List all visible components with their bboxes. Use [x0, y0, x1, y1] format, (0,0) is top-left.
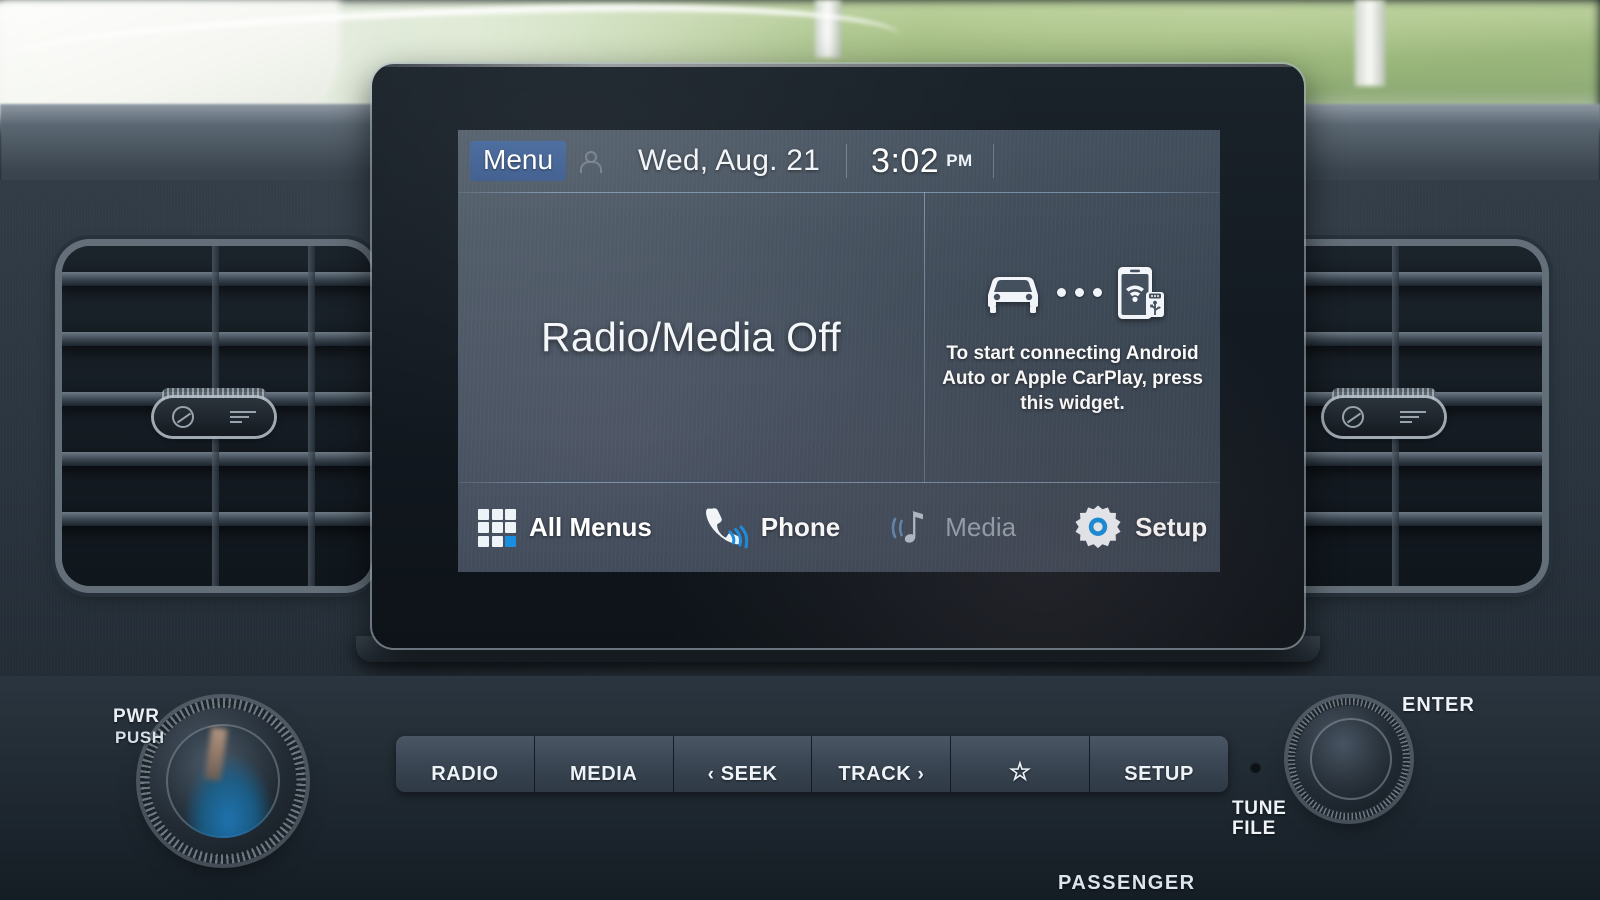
vent-control-right[interactable]: [1324, 398, 1444, 436]
time-ampm: PM: [946, 151, 973, 170]
tune-label: TUNE: [1232, 798, 1287, 819]
tune-knob-face: [1310, 718, 1392, 800]
track-button[interactable]: TRACK ›: [812, 736, 952, 792]
power-knob-label-1: PWR: [113, 706, 160, 727]
dock-item-all-menus[interactable]: All Menus: [458, 483, 652, 572]
gear-icon: [1074, 504, 1122, 552]
grid-icon: [478, 508, 516, 547]
dock-label-media: Media: [945, 512, 1017, 542]
pole-outside-right: [1355, 0, 1385, 86]
music-note-icon: [884, 506, 932, 550]
person-icon: [578, 150, 603, 173]
reset-pinhole: [1250, 762, 1261, 773]
track-next-chevron-icon: ›: [917, 764, 925, 785]
status-bar: Menu Wed, Aug. 21 3:02 PM: [458, 130, 1220, 192]
radio-media-widget[interactable]: Radio/Media Off: [458, 192, 924, 483]
file-label: FILE: [1232, 818, 1276, 839]
phone-icon: [704, 506, 749, 550]
dock-label-all-menus: All Menus: [529, 512, 652, 542]
passenger-label: PASSENGER: [1058, 872, 1196, 894]
phone-wifi-usb-icon: [1113, 265, 1165, 321]
power-knob-face: [166, 724, 280, 838]
star-icon: ☆: [1008, 758, 1032, 786]
track-button-label: TRACK: [838, 763, 912, 785]
status-separator: [846, 144, 848, 178]
menu-button[interactable]: Menu: [470, 140, 567, 182]
setup-hardware-button[interactable]: SETUP: [1090, 736, 1228, 792]
dock-bar: All Menus Phone Media Setup: [458, 483, 1220, 572]
time-display: 3:02: [871, 141, 940, 180]
favorite-button[interactable]: ☆: [951, 736, 1091, 792]
power-volume-knob[interactable]: [140, 698, 306, 864]
seek-button-label: SEEK: [720, 763, 778, 785]
seek-button[interactable]: ‹ SEEK: [673, 736, 813, 792]
radio-button-label: RADIO: [431, 763, 499, 785]
dock-item-setup[interactable]: Setup: [1016, 483, 1207, 572]
radio-button[interactable]: RADIO: [396, 736, 535, 792]
car-icon: [980, 269, 1046, 317]
vent-flow-icon: [1400, 411, 1426, 423]
connection-dots-icon: [1057, 288, 1102, 298]
infotainment-head-unit: Menu Wed, Aug. 21 3:02 PM Radio/Media Of…: [372, 64, 1304, 648]
projection-widget[interactable]: To start connecting Android Auto or Appl…: [925, 192, 1220, 483]
enter-label: ENTER: [1402, 694, 1475, 716]
vent-close-icon: [172, 406, 194, 428]
tune-file-knob[interactable]: [1288, 698, 1410, 820]
media-button[interactable]: MEDIA: [534, 736, 674, 792]
knob-reflection: [184, 754, 274, 838]
hardware-button-row: RADIO MEDIA ‹ SEEK TRACK › ☆ SETUP: [396, 736, 1228, 792]
vent-control-left[interactable]: [154, 398, 274, 436]
seek-prev-chevron-icon: ‹: [707, 764, 715, 785]
air-vent-left[interactable]: [62, 246, 372, 586]
vent-close-icon: [1342, 406, 1364, 428]
power-knob-label-2: PUSH: [115, 728, 165, 747]
projection-instructions: To start connecting Android Auto or Appl…: [942, 342, 1203, 415]
date-display: Wed, Aug. 21: [638, 144, 821, 177]
dock-item-phone[interactable]: Phone: [652, 483, 840, 572]
vehicle-interior-scene: Menu Wed, Aug. 21 3:02 PM Radio/Media Of…: [0, 0, 1600, 900]
radio-media-status: Radio/Media Off: [540, 314, 841, 360]
status-separator-2: [992, 144, 994, 178]
dock-label-phone: Phone: [760, 512, 841, 542]
media-button-label: MEDIA: [570, 763, 638, 785]
infotainment-display[interactable]: Menu Wed, Aug. 21 3:02 PM Radio/Media Of…: [458, 130, 1220, 572]
setup-button-label: SETUP: [1124, 763, 1194, 785]
dock-label-setup: Setup: [1135, 512, 1208, 542]
vent-flow-icon: [230, 411, 256, 423]
dock-item-media[interactable]: Media: [840, 483, 1016, 572]
projection-icons: [980, 265, 1165, 321]
